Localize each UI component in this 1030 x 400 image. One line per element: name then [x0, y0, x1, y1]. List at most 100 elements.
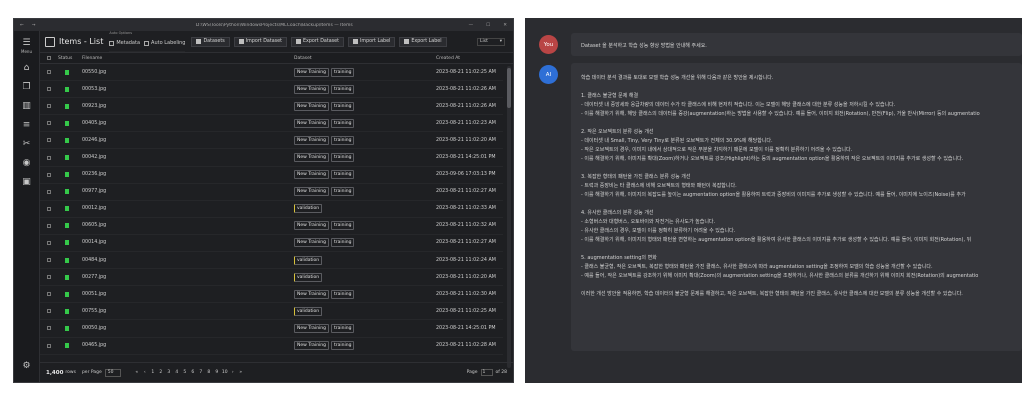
header-filename[interactable]: Filename	[82, 56, 294, 61]
dataset-tag[interactable]: training	[331, 187, 355, 197]
dataset-tag[interactable]: training	[331, 238, 355, 248]
image-icon[interactable]: ▣	[20, 175, 34, 189]
row-checkbox[interactable]	[40, 240, 58, 245]
gear-icon[interactable]: ⚙	[20, 359, 34, 373]
tools-icon[interactable]: ✂	[20, 137, 34, 151]
dataset-tag[interactable]: New Training	[294, 153, 330, 163]
table-row[interactable]: 00405.jpg New Training training 2023-08-21 …	[40, 115, 503, 133]
select-all-checkbox[interactable]	[40, 56, 58, 60]
row-checkbox[interactable]	[40, 223, 58, 228]
page-link[interactable]: 9	[213, 370, 221, 375]
table-row[interactable]: 00484.jpg validation 2023-08-21 11:02:24 A…	[40, 252, 503, 270]
dataset-tag[interactable]: New Training	[294, 101, 330, 111]
metadata-checkbox[interactable]: Metadata	[109, 40, 140, 46]
table-row[interactable]: 00755.jpg validation 2023-08-21 11:02:25 A…	[40, 303, 503, 321]
table-row[interactable]: 00042.jpg New Training training 2023-08-21 …	[40, 149, 503, 167]
dataset-tag[interactable]: validation	[294, 255, 323, 265]
row-checkbox[interactable]	[40, 326, 58, 331]
dataset-tag[interactable]: validation	[294, 272, 323, 282]
dataset-tag[interactable]: training	[331, 101, 355, 111]
maximize-button[interactable]: ☐	[486, 23, 490, 28]
scrollbar[interactable]	[507, 66, 511, 368]
filename-cell[interactable]: 00050.jpg	[82, 326, 294, 331]
page-link[interactable]: 3	[165, 370, 173, 375]
page-link[interactable]: 4	[173, 370, 181, 375]
close-button[interactable]: ✕	[503, 23, 507, 28]
row-checkbox[interactable]	[40, 343, 58, 348]
dataset-tag[interactable]: New Training	[294, 170, 330, 180]
dataset-tag[interactable]: training	[331, 67, 355, 77]
page-link[interactable]: 2	[157, 370, 165, 375]
dataset-tag[interactable]: training	[331, 170, 355, 180]
filename-cell[interactable]: 00012.jpg	[82, 206, 294, 211]
import-label-button[interactable]: Import Label	[348, 36, 396, 47]
page-link[interactable]: «	[133, 370, 141, 375]
page-link[interactable]: 7	[197, 370, 205, 375]
export-dataset-button[interactable]: Export Dataset	[290, 36, 344, 47]
filename-cell[interactable]: 00405.jpg	[82, 121, 294, 126]
export-label-button[interactable]: Export Label	[399, 36, 447, 47]
filename-cell[interactable]: 00053.jpg	[82, 87, 294, 92]
row-checkbox[interactable]	[40, 206, 58, 211]
table-row[interactable]: 00236.jpg New Training training 2023-09-06 …	[40, 167, 503, 184]
dataset-tag[interactable]: training	[331, 289, 355, 299]
dataset-tag[interactable]: New Training	[294, 187, 330, 197]
filename-cell[interactable]: 00465.jpg	[82, 343, 294, 348]
filename-cell[interactable]: 00484.jpg	[82, 258, 294, 263]
table-row[interactable]: 00246.jpg New Training training 2023-08-21 …	[40, 132, 503, 150]
dataset-tag[interactable]: New Training	[294, 135, 330, 145]
page-input[interactable]: 1	[480, 369, 493, 376]
row-checkbox[interactable]	[40, 138, 58, 143]
filename-cell[interactable]: 00014.jpg	[82, 240, 294, 245]
page-link[interactable]: 5	[181, 370, 189, 375]
dataset-tag[interactable]: New Training	[294, 118, 330, 128]
filename-cell[interactable]: 00923.jpg	[82, 104, 294, 109]
table-row[interactable]: 00605.jpg New Training training 2023-08-21 …	[40, 218, 503, 235]
row-checkbox[interactable]	[40, 309, 58, 314]
forward-arrow-icon[interactable]: →	[32, 23, 36, 28]
page-link[interactable]: 1	[149, 370, 157, 375]
table-row[interactable]: 00977.jpg New Training training 2023-08-21 …	[40, 184, 503, 201]
auto-labeling-checkbox[interactable]: Auto Labeling	[144, 40, 185, 46]
table-row[interactable]: 00465.jpg New Training training 2023-08-21 …	[40, 338, 503, 355]
page-link[interactable]: 10	[221, 370, 229, 375]
table-row[interactable]: 00051.jpg New Training training 2023-08-21 …	[40, 286, 503, 304]
table-row[interactable]: 00923.jpg New Training training 2023-08-21 …	[40, 98, 503, 116]
filename-cell[interactable]: 00051.jpg	[82, 292, 294, 297]
dataset-tag[interactable]: training	[331, 341, 355, 351]
view-select[interactable]: List ▾	[477, 37, 505, 46]
dataset-tag[interactable]: training	[331, 323, 355, 333]
dataset-tag[interactable]: New Training	[294, 323, 330, 333]
home-icon[interactable]: ⌂	[20, 61, 34, 75]
table-row[interactable]: 00050.jpg New Training training 2023-08-21 …	[40, 320, 503, 338]
row-checkbox[interactable]	[40, 275, 58, 280]
dataset-tag[interactable]: training	[331, 118, 355, 128]
header-status[interactable]: Status	[58, 56, 82, 61]
row-checkbox[interactable]	[40, 121, 58, 126]
table-row[interactable]: 00012.jpg validation 2023-08-21 11:02:33 A…	[40, 201, 503, 218]
dataset-tag[interactable]: validation	[294, 306, 323, 316]
table-row[interactable]: 00550.jpg New Training training 2023-08-21 …	[40, 64, 503, 82]
filename-cell[interactable]: 00277.jpg	[82, 275, 294, 280]
header-dataset[interactable]: Dataset	[294, 56, 436, 61]
dataset-tag[interactable]: New Training	[294, 84, 330, 94]
datasets-button[interactable]: Datasets	[191, 36, 230, 47]
dataset-tag[interactable]: New Training	[294, 67, 330, 77]
dataset-tag[interactable]: New Training	[294, 238, 330, 248]
scrollbar-thumb[interactable]	[507, 68, 511, 108]
table-row[interactable]: 00277.jpg validation 2023-08-21 11:02:20 A…	[40, 269, 503, 287]
dataset-tag[interactable]: New Training	[294, 289, 330, 299]
page-link[interactable]: ‹	[141, 370, 149, 375]
per-page-select[interactable]: 50	[104, 368, 121, 377]
dataset-tag[interactable]: validation	[294, 204, 323, 214]
row-checkbox[interactable]	[40, 87, 58, 92]
dataset-tag[interactable]: training	[331, 135, 355, 145]
dataset-tag[interactable]: New Training	[294, 221, 330, 231]
import-dataset-button[interactable]: Import Dataset	[233, 36, 287, 47]
page-link[interactable]: ›	[229, 370, 237, 375]
filename-cell[interactable]: 00977.jpg	[82, 189, 294, 194]
filename-cell[interactable]: 00755.jpg	[82, 309, 294, 314]
row-checkbox[interactable]	[40, 70, 58, 75]
filename-cell[interactable]: 00246.jpg	[82, 138, 294, 143]
row-checkbox[interactable]	[40, 258, 58, 263]
